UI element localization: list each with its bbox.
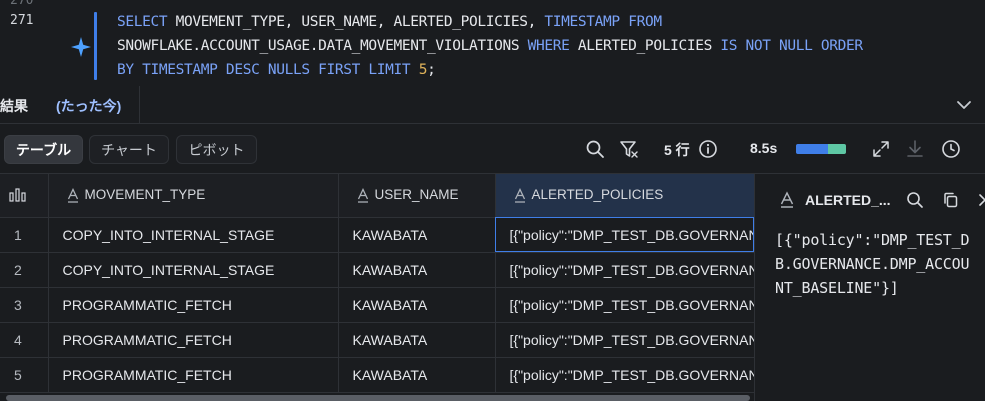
column-header-label: USER_NAME <box>374 187 459 203</box>
copy-icon[interactable] <box>941 190 961 210</box>
column-header-alerted-policies[interactable]: ALERTED_POLICIES <box>495 174 754 218</box>
cell-alerted-policies[interactable]: [{"policy":"DMP_TEST_DB.GOVERNANCE.DMP_A… <box>495 322 754 358</box>
sparkle-icon[interactable] <box>70 36 92 58</box>
cell-alerted-policies[interactable]: [{"policy":"DMP_TEST_DB.GOVERNANCE.DMP_A… <box>495 252 754 288</box>
column-header-movement-type[interactable]: MOVEMENT_TYPE <box>48 174 339 218</box>
text-type-icon <box>357 188 369 203</box>
timing-segment-compile <box>796 144 828 154</box>
line-number: 270 <box>10 0 34 8</box>
query-duration: 8.5s <box>750 140 778 156</box>
sql-number: 5 <box>418 62 428 78</box>
cell-user-name[interactable]: KAWABATA <box>338 252 496 288</box>
cell-alerted-policies[interactable]: [{"policy":"DMP_TEST_DB.GOVERNANCE.DMP_A… <box>495 217 754 253</box>
cell-user-name[interactable]: KAWABATA <box>338 357 496 393</box>
sql-editor[interactable]: 270 271 SELECT MOVEMENT_TYPE, USER_NAME,… <box>0 0 985 86</box>
sql-keyword: TIMESTAMP <box>544 14 620 30</box>
code-line[interactable]: SNOWFLAKE.ACCOUNT_USAGE.DATA_MOVEMENT_VI… <box>117 34 863 58</box>
column-header-label: MOVEMENT_TYPE <box>84 187 206 203</box>
row-number: 4 <box>0 322 49 358</box>
cell-alerted-policies[interactable]: [{"policy":"DMP_TEST_DB.GOVERNANCE.DMP_A… <box>495 287 754 323</box>
result-time-label: (たった今) <box>56 98 122 114</box>
search-icon[interactable] <box>905 190 925 210</box>
row-number: 3 <box>0 287 49 323</box>
column-stats-header[interactable] <box>0 174 49 218</box>
code-line[interactable]: SELECT MOVEMENT_TYPE, USER_NAME, ALERTED… <box>117 10 863 34</box>
cell-movement-type[interactable]: COPY_INTO_INTERNAL_STAGE <box>48 217 339 253</box>
grid-header-row: MOVEMENT_TYPE USER_NAME ALERTED_POLICIES <box>0 174 754 218</box>
history-icon[interactable] <box>940 138 962 160</box>
table-row[interactable]: 2 COPY_INTO_INTERNAL_STAGE KAWABATA [{"p… <box>0 252 754 288</box>
column-header-user-name[interactable]: USER_NAME <box>338 174 496 218</box>
horizontal-scrollbar[interactable] <box>6 395 750 401</box>
expand-icon[interactable] <box>870 138 892 160</box>
cell-movement-type[interactable]: PROGRAMMATIC_FETCH <box>48 357 339 393</box>
filter-icon[interactable] <box>618 138 640 160</box>
sql-keyword: IS NOT NULL ORDER <box>720 38 863 54</box>
view-pivot-button[interactable]: ピボット <box>176 135 257 164</box>
cell-detail-panel: ALERTED_... [{"policy":"DMP_TEST_DB.GOVE… <box>754 174 985 401</box>
sql-text: SNOWFLAKE.ACCOUNT_USAGE.DATA_MOVEMENT_VI… <box>117 38 528 54</box>
sql-keyword: FROM <box>628 14 662 30</box>
view-chart-button[interactable]: チャート <box>89 135 169 164</box>
cell-movement-type[interactable]: PROGRAMMATIC_FETCH <box>48 287 339 323</box>
cell-alerted-policies[interactable]: [{"policy":"DMP_TEST_DB.GOVERNANCE.DMP_A… <box>495 357 754 393</box>
cell-user-name[interactable]: KAWABATA <box>338 287 496 323</box>
table-row[interactable]: 4 PROGRAMMATIC_FETCH KAWABATA [{"policy"… <box>0 322 754 358</box>
chevron-down-icon[interactable] <box>955 96 973 114</box>
column-header-label: ALERTED_POLICIES <box>531 187 664 203</box>
cell-user-name[interactable]: KAWABATA <box>338 322 496 358</box>
sql-code[interactable]: SELECT MOVEMENT_TYPE, USER_NAME, ALERTED… <box>117 10 863 82</box>
active-line-indicator <box>94 12 97 80</box>
line-number-current: 271 <box>10 13 34 28</box>
close-icon[interactable] <box>975 190 985 210</box>
sql-keyword: BY TIMESTAMP DESC NULLS FIRST LIMIT <box>117 62 411 78</box>
query-timing-bar[interactable] <box>796 144 846 154</box>
code-line[interactable]: BY TIMESTAMP DESC NULLS FIRST LIMIT 5; <box>117 58 863 82</box>
sql-keyword: WHERE <box>527 38 570 54</box>
sql-keyword: SELECT <box>117 14 168 30</box>
text-type-icon <box>67 188 79 203</box>
text-type-icon <box>514 188 526 203</box>
divider <box>139 86 140 124</box>
timing-segment-execute <box>828 144 846 154</box>
panel-cell-value[interactable]: [{"policy":"DMP_TEST_DB.GOVERNANCE.DMP_A… <box>775 228 975 300</box>
tab-results[interactable]: 結果 <box>0 96 28 116</box>
cell-movement-type[interactable]: COPY_INTO_INTERNAL_STAGE <box>48 252 339 288</box>
cell-user-name[interactable]: KAWABATA <box>338 217 496 253</box>
table-row[interactable]: 5 PROGRAMMATIC_FETCH KAWABATA [{"policy"… <box>0 357 754 393</box>
view-table-button[interactable]: テーブル <box>4 135 83 164</box>
row-number: 2 <box>0 252 49 288</box>
download-icon[interactable] <box>904 138 926 160</box>
row-number: 5 <box>0 357 49 393</box>
results-toolbar: テーブル チャート ピボット 5 行 8.5s <box>0 124 985 174</box>
search-icon[interactable] <box>584 138 606 160</box>
row-number: 1 <box>0 217 49 253</box>
editor-gutter: 270 271 <box>0 0 94 86</box>
sql-text: MOVEMENT_TYPE, USER_NAME, ALERTED_POLICI… <box>167 14 545 30</box>
sql-text: ; <box>427 62 436 78</box>
table-row[interactable]: 1 COPY_INTO_INTERNAL_STAGE KAWABATA [{"p… <box>0 217 754 253</box>
column-stats-icon[interactable] <box>8 187 28 203</box>
info-icon[interactable] <box>697 138 719 160</box>
panel-title: ALERTED_... <box>805 192 891 208</box>
cell-movement-type[interactable]: PROGRAMMATIC_FETCH <box>48 322 339 358</box>
results-grid[interactable]: MOVEMENT_TYPE USER_NAME ALERTED_POLICIES… <box>0 174 754 401</box>
text-type-icon <box>777 190 797 210</box>
table-row[interactable]: 3 PROGRAMMATIC_FETCH KAWABATA [{"policy"… <box>0 287 754 323</box>
sql-text: ALERTED_POLICIES <box>569 38 721 54</box>
row-count: 5 行 <box>664 142 690 158</box>
results-header: 結果 (たった今) <box>0 86 985 124</box>
